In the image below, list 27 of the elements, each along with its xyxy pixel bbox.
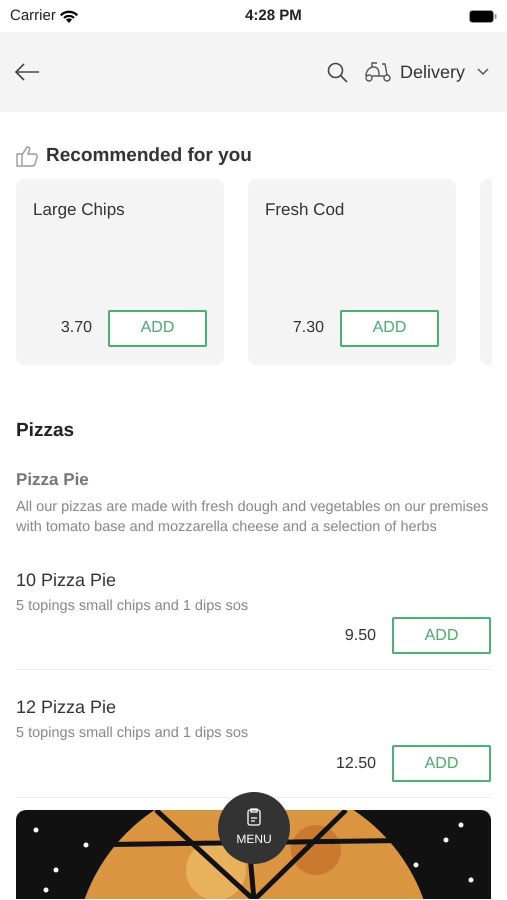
item-name: 10 Pizza Pie [16,568,118,592]
item-description: 5 topings small chips and 1 dips sos [16,596,250,616]
item-price: 9.50 [344,626,376,646]
product-name: Large Chips [33,198,126,220]
item-description: 5 topings small chips and 1 dips sos [16,724,250,744]
scooter-icon [364,61,392,83]
chevron-down-icon [477,68,489,76]
search-icon[interactable] [326,62,348,82]
product-card[interactable]: Large Chips 3.70 ADD [16,178,224,364]
delivery-dropdown[interactable]: Delivery [364,58,489,86]
product-price: 7.30 [292,318,324,338]
product-price: 3.70 [60,318,92,338]
battery-icon [468,10,497,22]
category-description: All our pizzas are made with fresh dough and vegetables on our premises with tomato base and mozzarella cheese and a selection of herbs [16,498,490,536]
category-name: Pizza Pie [16,469,90,491]
clipboard-icon [247,808,261,826]
product-name: Fresh Cod [265,198,346,220]
thumbs-up-icon [16,145,38,168]
carrier-text: Carrier [10,6,56,26]
time-text: 4:28 PM [245,6,302,26]
item-price: 12.50 [336,754,376,774]
back-icon[interactable] [14,62,40,82]
category-title: Pizzas [16,418,76,442]
product-card[interactable]: Fresh Cod 7.30 ADD [248,178,456,364]
section-title: Recommended for you [46,144,252,168]
wifi-icon [60,10,78,22]
item-name: 12 Pizza Pie [16,696,118,720]
